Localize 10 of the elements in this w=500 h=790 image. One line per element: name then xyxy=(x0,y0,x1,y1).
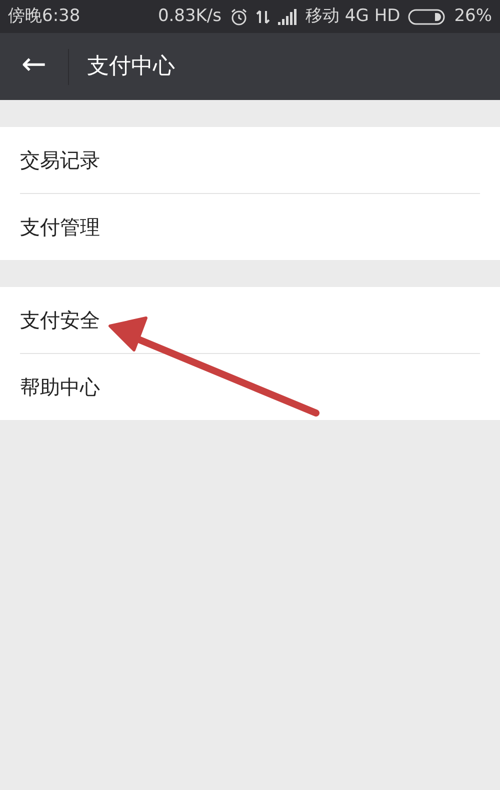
status-time: 傍晚6:38 xyxy=(8,4,80,28)
data-transfer-icon xyxy=(256,8,270,24)
signal-icon xyxy=(278,8,298,24)
back-button[interactable]: ← xyxy=(0,50,68,84)
battery-icon xyxy=(408,8,446,24)
carrier-label: 移动 4G HD xyxy=(306,4,400,28)
battery-percent: 26% xyxy=(454,4,492,28)
alarm-icon xyxy=(230,8,248,26)
network-speed: 0.83K/s xyxy=(158,4,222,28)
page-title: 支付中心 xyxy=(87,53,175,81)
